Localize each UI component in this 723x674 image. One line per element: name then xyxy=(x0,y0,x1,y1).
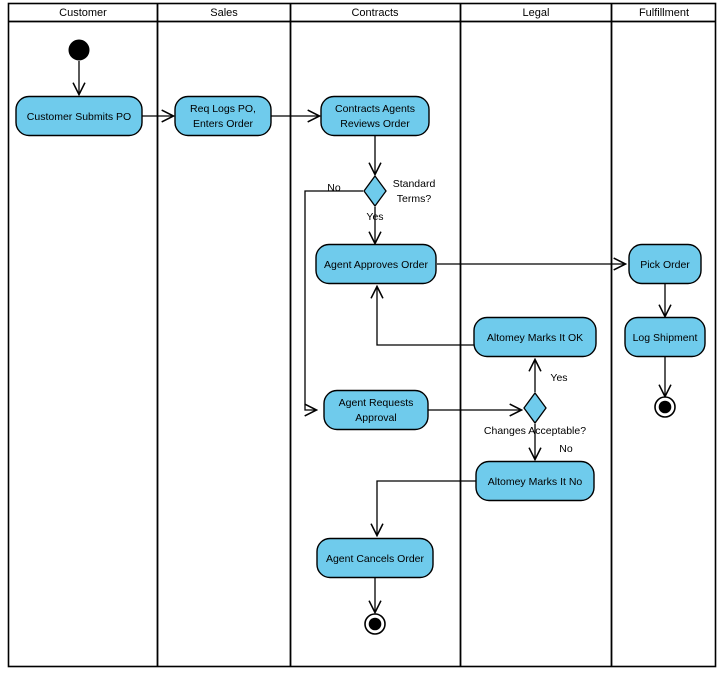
activity-attorney-marks-it-ok[interactable]: Altomey Marks It OK xyxy=(473,316,597,358)
activity-agent-cancels-order[interactable]: Agent Cancels Order xyxy=(316,537,434,579)
activity-log-shipment[interactable]: Log Shipment xyxy=(624,316,706,358)
activity-log-shipment-label: Log Shipment xyxy=(633,332,698,344)
decision-standard-terms-label-line2: Terms? xyxy=(397,193,432,205)
activity-req-logs-po[interactable]: Req Logs PO, Enters Order xyxy=(174,95,272,137)
lane-header-sales: Sales xyxy=(210,7,238,19)
lane-header-customer: Customer xyxy=(59,7,107,19)
activity-customer-submits-po[interactable]: Customer Submits PO xyxy=(15,95,143,137)
activity-agent-requests-approval-label-line2: Approval xyxy=(355,412,396,424)
lane-header-contracts: Contracts xyxy=(351,7,399,19)
edge-label-changes-yes: Yes xyxy=(550,372,567,384)
activity-contracts-agents-reviews-order-label-line1: Contracts Agents xyxy=(335,103,415,115)
diagram-svg: Customer Sales Contracts Legal Fulfillme… xyxy=(7,2,717,668)
activity-req-logs-po-label-line2: Enters Order xyxy=(193,118,254,130)
activity-diagram-canvas: Customer Sales Contracts Legal Fulfillme… xyxy=(0,0,723,674)
activity-customer-submits-po-label: Customer Submits PO xyxy=(27,111,131,123)
initial-node xyxy=(68,39,90,61)
lane-header-legal: Legal xyxy=(523,7,550,19)
edge-label-standard-terms-no: No xyxy=(327,182,341,194)
edge-label-changes-no: No xyxy=(559,443,573,455)
activity-req-logs-po-label-line1: Req Logs PO, xyxy=(190,103,256,115)
initial-node-circle xyxy=(68,39,90,61)
activity-agent-approves-order-label: Agent Approves Order xyxy=(324,259,428,271)
decision-standard-terms-label-line1: Standard xyxy=(393,178,436,190)
activity-agent-requests-approval[interactable]: Agent Requests Approval xyxy=(323,389,429,431)
activity-contracts-agents-reviews-order-label-line2: Reviews Order xyxy=(340,118,410,130)
decision-changes-acceptable-label: Changes Acceptable? xyxy=(484,425,586,437)
final-node-shipment xyxy=(654,396,676,418)
activity-agent-requests-approval-label-line1: Agent Requests xyxy=(339,397,414,409)
edge-label-standard-terms-yes: Yes xyxy=(366,211,383,223)
final-node-cancel-core xyxy=(368,617,382,631)
activity-pick-order-label: Pick Order xyxy=(640,259,690,271)
activity-pick-order[interactable]: Pick Order xyxy=(628,243,702,285)
final-node-shipment-core xyxy=(658,400,672,414)
activity-contracts-agents-reviews-order[interactable]: Contracts Agents Reviews Order xyxy=(320,95,430,137)
activity-agent-cancels-order-label: Agent Cancels Order xyxy=(326,553,425,565)
activity-attorney-marks-it-no-label: Altomey Marks It No xyxy=(488,476,583,488)
final-node-cancel xyxy=(364,613,386,635)
activity-attorney-marks-it-no[interactable]: Altomey Marks It No xyxy=(475,460,595,502)
activity-agent-approves-order[interactable]: Agent Approves Order xyxy=(315,243,437,285)
lane-header-fulfillment: Fulfillment xyxy=(639,7,689,19)
activity-attorney-marks-it-ok-label: Altomey Marks It OK xyxy=(487,332,583,344)
